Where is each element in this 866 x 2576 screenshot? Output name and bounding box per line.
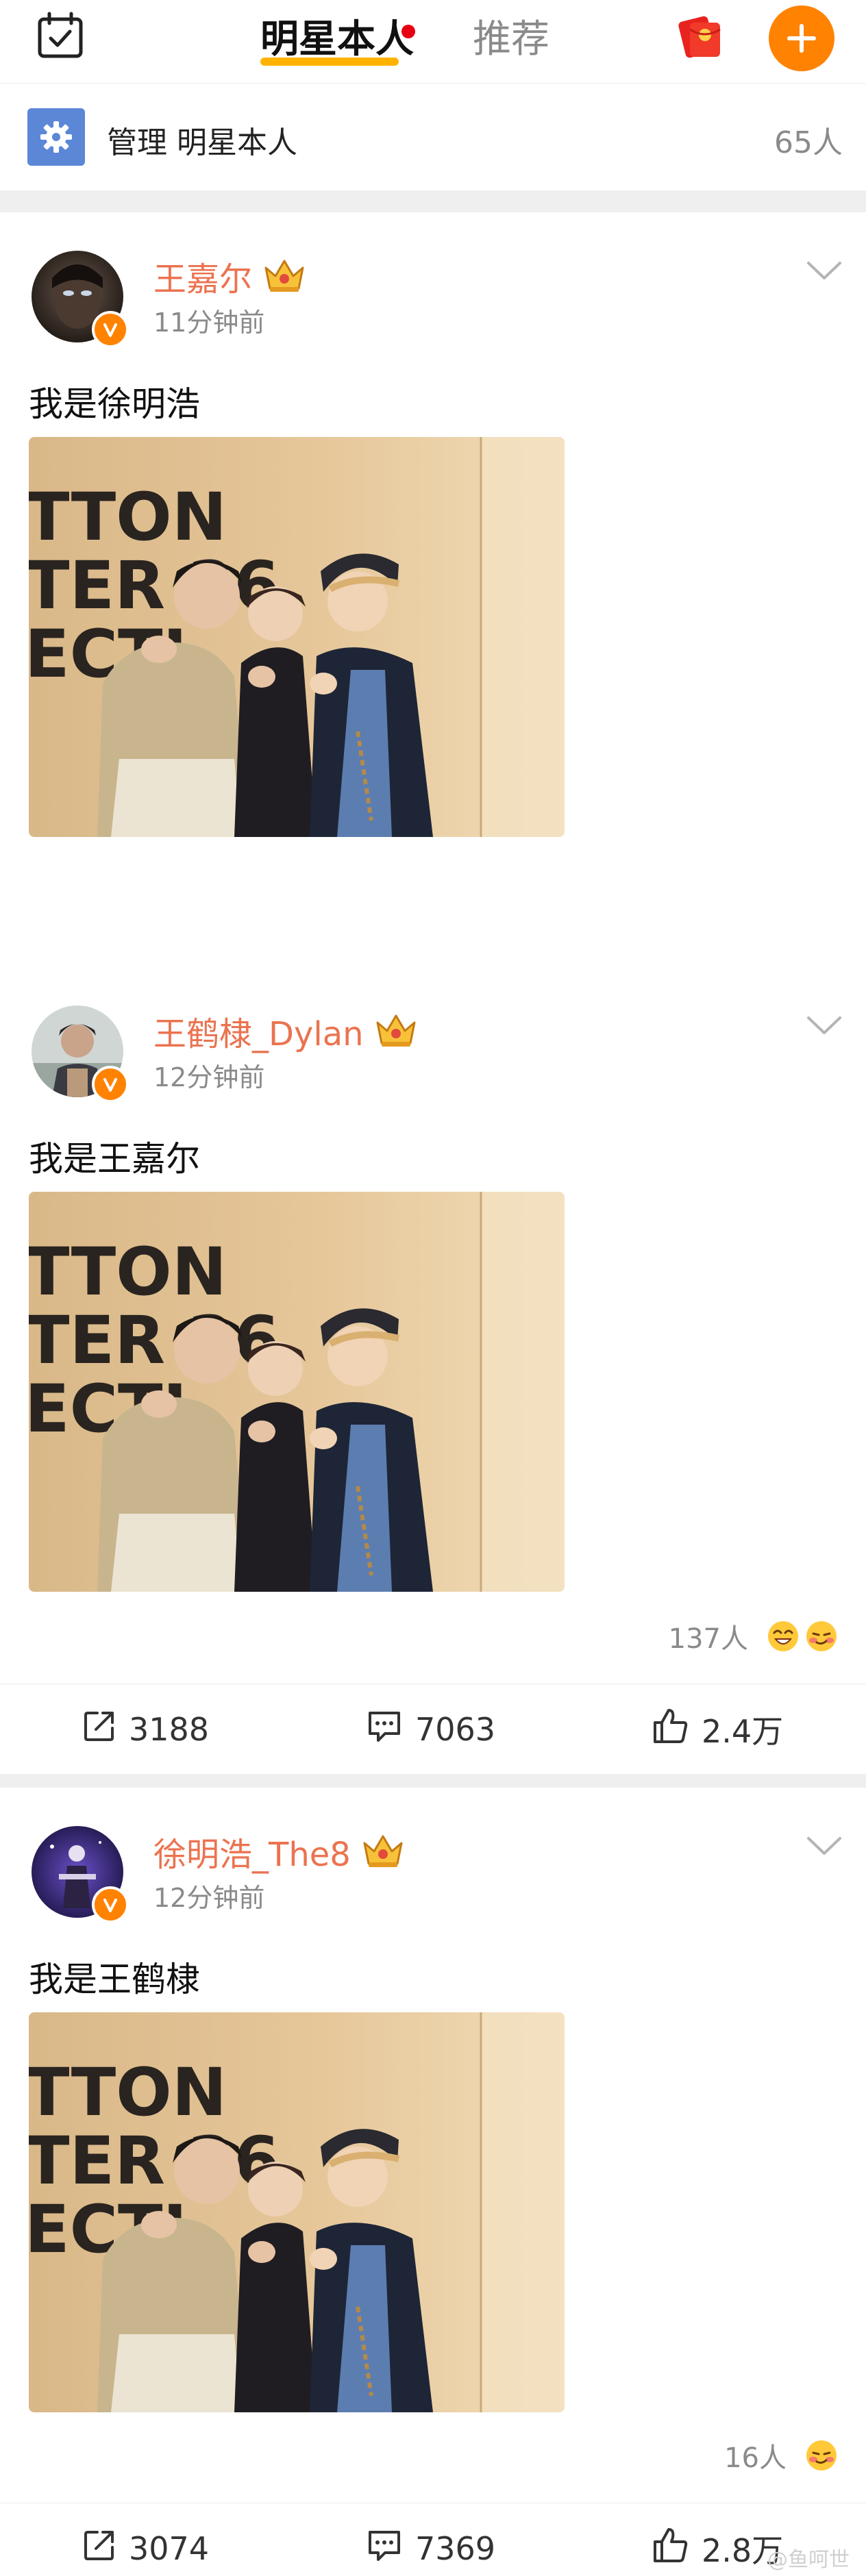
tab-label: 推荐 [473,17,549,62]
username: 徐明浩_The8 [153,1836,351,1874]
post-text: 我是徐明浩 [29,384,200,424]
smirk-emoji-icon [806,1621,837,1651]
reaction-count: 137人 [668,1623,748,1655]
svg-text:TER 26: TER 26 [29,1302,280,1379]
red-packet-icon[interactable] [671,8,726,63]
verified-badge-icon [92,1886,129,1923]
repost-icon [82,2528,129,2570]
comment-count: 7369 [415,2530,496,2567]
crown-icon [376,1014,416,1047]
verified-badge-icon [92,311,129,348]
repost-icon [82,1709,129,1751]
chevron-down-icon[interactable] [806,1015,843,1036]
username: 王鹤棣_Dylan [153,1015,364,1053]
post-actions: 3074 7369 2.8万 [0,2503,866,2576]
svg-text:TTON: TTON [29,1234,227,1310]
active-tab-indicator [260,58,399,66]
plus-icon[interactable] [769,5,834,71]
like-icon [652,1708,702,1752]
post-photo[interactable]: TTON TER 26 ECTI [29,1192,565,1592]
feed-post[interactable]: 王鹤棣_Dylan 12分钟前 我是王嘉尔 TTON TER 26 ECTI 1… [0,967,866,1774]
comment-button[interactable]: 7369 [366,2503,495,2576]
unread-dot [401,25,415,38]
chevron-down-icon[interactable] [806,260,843,281]
repost-button[interactable]: 3188 [82,1684,209,1775]
avatar[interactable] [32,1826,129,1923]
member-count: 65人 [774,125,843,160]
reaction-summary[interactable]: 16人 [724,2436,839,2475]
post-photo[interactable]: TTON TER 26 ECTI [29,2012,565,2412]
repost-count: 3074 [129,2530,210,2567]
top-bar: 明星本人 推荐 [0,0,866,84]
post-author[interactable]: 王鹤棣_Dylan [153,1007,419,1055]
post-photo-svg: TTON TER 26 ECTI [29,1192,565,1592]
comment-icon [366,1709,415,1751]
laugh-emoji-icon [768,1621,798,1651]
post-text: 我是王嘉尔 [29,1139,200,1179]
tab-stars-themselves[interactable]: 明星本人 [260,0,415,66]
like-button[interactable]: 2.4万 [652,1684,783,1775]
manage-bar[interactable]: 管理 明星本人 65人 [0,84,866,190]
like-button[interactable]: 2.8万 [652,2503,783,2576]
watermark: @鱼呵世 [767,2548,850,2572]
avatar[interactable] [32,251,129,348]
post-time: 11分钟前 [153,308,265,338]
divider [0,190,866,212]
username: 王嘉尔 [153,260,253,299]
like-icon [652,2527,702,2571]
feed-tabs: 明星本人 推荐 [260,0,549,84]
crown-icon [363,1835,403,1867]
svg-text:TTON: TTON [29,479,227,555]
reaction-count: 16人 [724,2442,787,2474]
post-author[interactable]: 王嘉尔 [153,252,307,300]
chevron-down-icon[interactable] [806,1836,843,1856]
comment-count: 7063 [415,1711,496,1748]
tab-recommended[interactable]: 推荐 [473,0,549,64]
verified-badge-icon [92,1066,129,1103]
post-time: 12分钟前 [153,1883,265,1913]
like-count: 2.4万 [702,1713,784,1750]
repost-button[interactable]: 3074 [82,2503,209,2576]
feed-post[interactable]: 徐明浩_The8 12分钟前 我是王鹤棣 TTON TER 26 ECTI 16… [0,1788,866,2576]
post-actions: 3188 7063 2.4万 [0,1684,866,1774]
smirk-emoji-icon [806,2440,837,2471]
calendar-check-icon[interactable] [33,8,88,63]
post-photo-svg: TTON TER 26 ECTI [29,2012,565,2412]
svg-text:TTON: TTON [29,2054,227,2131]
svg-text:TER 26: TER 26 [29,2123,280,2199]
post-photo[interactable]: TTON TER 26 ECTI [29,437,565,837]
gear-icon [27,108,85,166]
post-photo-svg: TTON TER 26 ECTI [29,437,565,837]
tab-label: 明星本人 [260,17,414,62]
post-author[interactable]: 徐明浩_The8 [153,1827,406,1875]
repost-count: 3188 [129,1711,210,1748]
reaction-summary[interactable]: 137人 [669,1616,839,1656]
manage-label: 管理 明星本人 [107,125,297,160]
crown-icon [264,260,304,292]
comment-button[interactable]: 7063 [366,1684,495,1775]
avatar[interactable] [32,1005,129,1103]
svg-text:TER 26: TER 26 [29,547,280,624]
post-time: 12分钟前 [153,1062,265,1092]
comment-icon [366,2528,415,2570]
post-text: 我是王鹤棣 [29,1960,200,1999]
